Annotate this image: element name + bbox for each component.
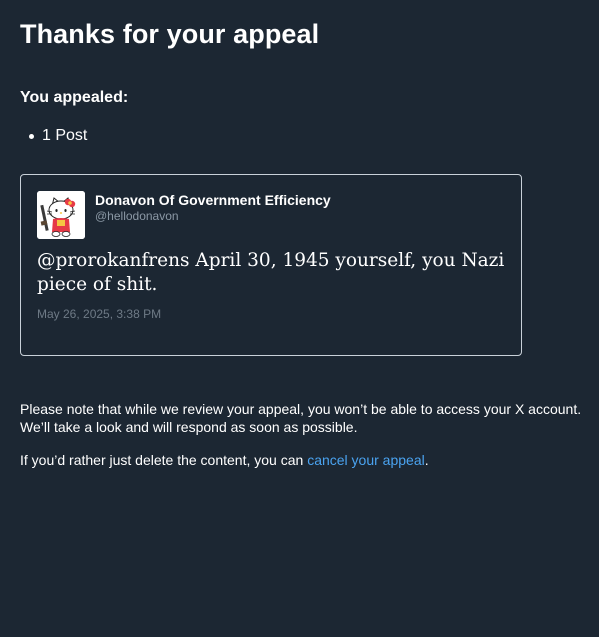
avatar-image [37, 191, 85, 239]
bullet-icon [29, 134, 34, 139]
appealed-heading: You appealed: [20, 89, 129, 106]
list-item: 1 Post [29, 126, 579, 146]
delete-notice-prefix: If you’d rather just delete the content,… [20, 452, 308, 468]
post-author-handle: @hellodonavon [95, 209, 179, 223]
page-title: Thanks for your appeal [20, 19, 320, 49]
appeal-confirmation-page: Thanks for your appeal You appealed: 1 P… [0, 0, 599, 637]
appealed-items-list: 1 Post [20, 126, 579, 146]
appealed-post-card: Donavon Of Government Efficiency @hellod… [20, 174, 522, 356]
post-author-name: Donavon Of Government Efficiency [95, 192, 331, 208]
cancel-appeal-link[interactable]: cancel your appeal [307, 452, 425, 468]
delete-notice-suffix: . [424, 452, 429, 468]
review-notice: Please note that while we review your ap… [20, 401, 582, 435]
hello-kitty-avatar-icon [37, 191, 85, 239]
delete-content-notice: If you’d rather just delete the content,… [20, 451, 590, 469]
post-timestamp: May 26, 2025, 3:38 PM [37, 307, 162, 321]
post-text: @prorokanfrens April 30, 1945 yourself, … [37, 250, 505, 295]
appealed-item-label: 1 Post [42, 127, 88, 144]
